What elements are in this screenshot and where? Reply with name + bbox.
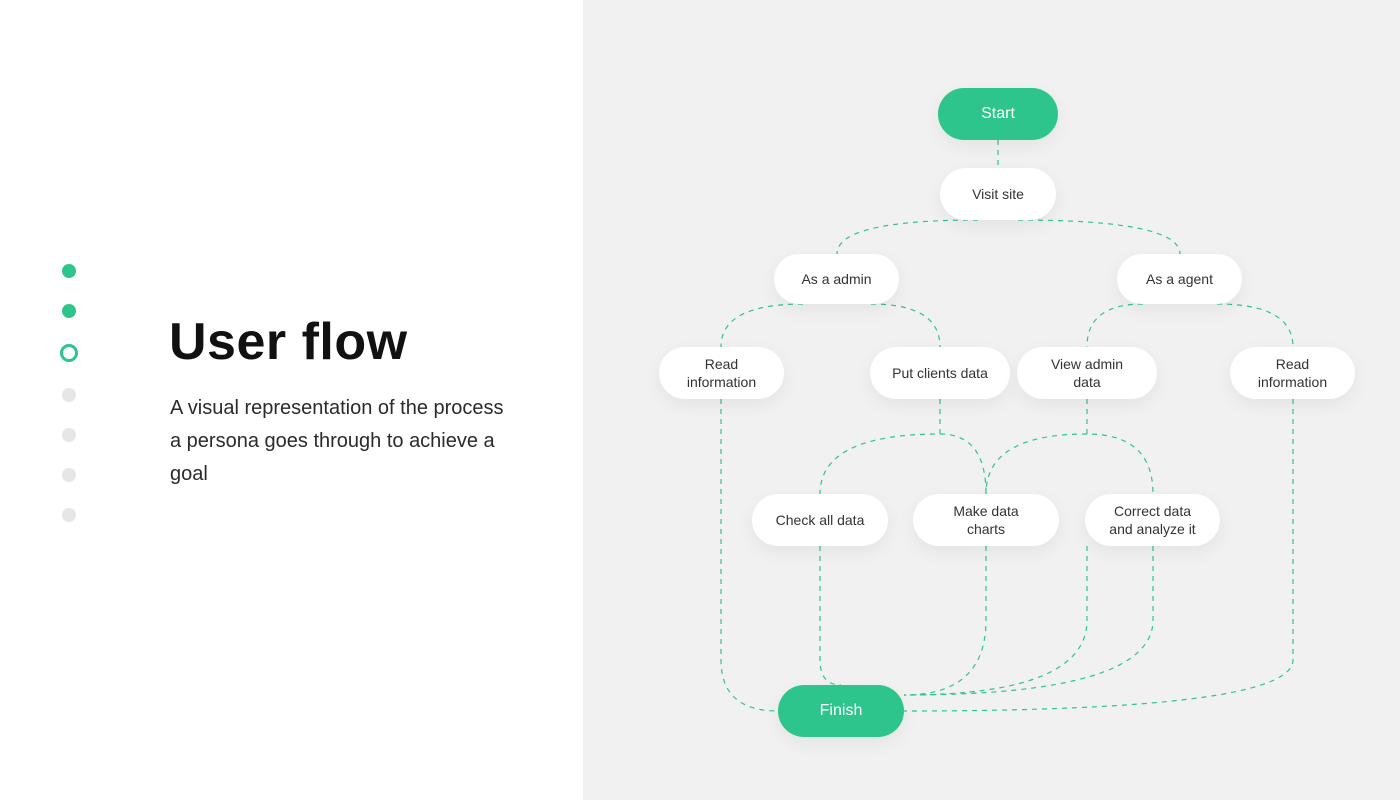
node-correct-analyze: Correct data and analyze it [1085, 494, 1220, 546]
progress-dots [62, 264, 78, 522]
node-visit-site: Visit site [940, 168, 1056, 220]
page-title: User flow [169, 312, 408, 372]
dot-7[interactable] [62, 508, 76, 522]
node-start: Start [938, 88, 1058, 140]
page-subtitle: A visual representation of the process a… [170, 392, 510, 491]
node-read-info-right: Read information [1230, 347, 1355, 399]
dot-3-current[interactable] [60, 344, 78, 362]
node-make-data-charts: Make data charts [913, 494, 1059, 546]
node-put-clients-data: Put clients data [870, 347, 1010, 399]
dot-4[interactable] [62, 388, 76, 402]
node-view-admin-data: View admin data [1017, 347, 1157, 399]
node-finish: Finish [778, 685, 904, 737]
dot-2[interactable] [62, 304, 76, 318]
node-as-admin: As a admin [774, 254, 899, 304]
dot-1[interactable] [62, 264, 76, 278]
node-check-all-data: Check all data [752, 494, 888, 546]
node-as-agent: As a agent [1117, 254, 1242, 304]
left-panel: User flow A visual representation of the… [0, 0, 583, 800]
node-read-info-left: Read information [659, 347, 784, 399]
dot-5[interactable] [62, 428, 76, 442]
flow-canvas: Start Visit site As a admin As a agent R… [583, 0, 1400, 800]
dot-6[interactable] [62, 468, 76, 482]
